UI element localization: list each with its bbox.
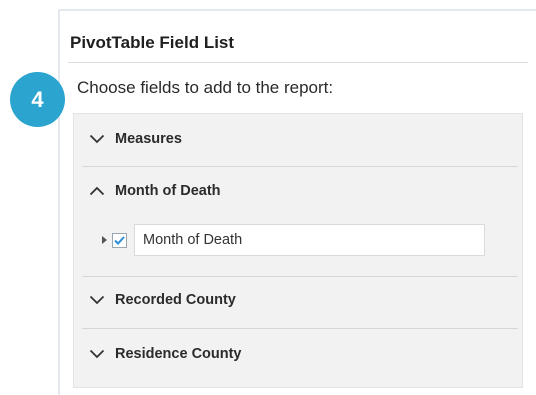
section-measures-label: Measures — [115, 131, 182, 147]
field-checkbox-month-of-death[interactable] — [112, 232, 127, 248]
pivot-field-list-screen: PivotTable Field List Choose fields to a… — [0, 0, 536, 395]
chevron-up-icon — [89, 186, 105, 196]
section-residence-county-header[interactable]: Residence County — [89, 343, 242, 365]
section-month-of-death-label: Month of Death — [115, 183, 221, 199]
field-row-month-of-death: Month of Death — [102, 224, 485, 256]
step-number-badge: 4 — [10, 72, 65, 127]
section-divider — [82, 166, 518, 167]
section-divider — [82, 276, 518, 277]
section-residence-county-label: Residence County — [115, 346, 242, 362]
chevron-down-icon — [89, 349, 105, 359]
section-recorded-county-header[interactable]: Recorded County — [89, 289, 236, 311]
section-measures-header[interactable]: Measures — [89, 128, 182, 150]
title-divider — [68, 62, 528, 63]
chevron-down-icon — [89, 134, 105, 144]
field-item-label: Month of Death — [143, 232, 243, 248]
choose-fields-prompt: Choose fields to add to the report: — [77, 78, 334, 97]
checkmark-icon — [114, 235, 125, 245]
expand-arrow-icon[interactable] — [102, 236, 107, 244]
field-item-month-of-death[interactable]: Month of Death — [134, 224, 485, 256]
section-month-of-death-header[interactable]: Month of Death — [89, 180, 221, 202]
section-recorded-county-label: Recorded County — [115, 292, 236, 308]
panel-title: PivotTable Field List — [70, 33, 235, 52]
chevron-down-icon — [89, 295, 105, 305]
section-divider — [82, 328, 518, 329]
field-sections-list: Measures Month of Death Month of Death R… — [73, 113, 523, 388]
